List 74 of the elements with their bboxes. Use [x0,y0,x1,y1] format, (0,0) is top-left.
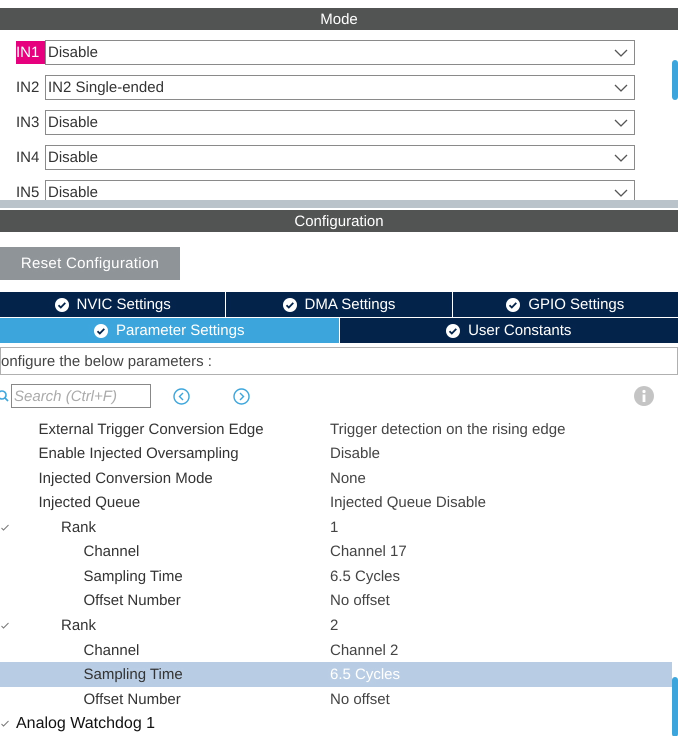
mode-dropdown[interactable]: IN2 Single-ended [45,75,635,100]
settings-tab[interactable]: GPIO Settings [452,292,678,317]
tree-row[interactable]: Offset Number No offset [0,686,672,712]
chevron-down-icon [614,188,628,196]
parameter-value: No offset [329,592,391,610]
input-label: IN1 [16,41,45,64]
settings-tab[interactable]: NVIC Settings [0,292,226,317]
tree-row[interactable]: Rank 2 [0,613,672,638]
parameter-value: Injected Queue Disable [329,494,487,512]
parameter-value: 6.5 Cycles [329,666,402,684]
parameter-name: Offset Number [82,690,182,708]
input-label: IN2 [16,78,40,98]
mode-header: Mode [0,8,678,30]
settings-tab[interactable]: DMA Settings [226,292,452,317]
parameter-name: Enable Injected Oversampling [38,445,240,462]
check-circle-icon [94,324,108,338]
check-circle-icon [282,298,297,312]
scrollbar-thumb[interactable] [672,60,678,100]
parameter-value: Trigger detection on the rising edge [329,420,566,438]
previous-icon[interactable] [173,388,190,404]
next-icon[interactable] [233,388,250,404]
expanded-check-icon[interactable] [1,524,9,531]
group-name[interactable]: Analog Watchdog 1 [10,714,156,733]
parameter-value: No offset [329,690,391,708]
chevron-down-icon [614,48,628,56]
tree-row[interactable]: Sampling Time 6.5 Cycles [0,564,672,589]
input-label: IN3 [16,113,40,133]
parameter-value: 2 [329,617,340,634]
parameter-name: Sampling Time [82,568,184,585]
parameter-value: Channel 2 [329,642,400,659]
mode-dropdown[interactable]: Disable [45,40,635,65]
mode-dropdown[interactable]: Disable [45,110,635,135]
search-field[interactable]: Search (Ctrl+F) [11,384,151,408]
mode-dropdown[interactable]: Disable [45,180,635,200]
parameter-name: External Trigger Conversion Edge [38,420,265,438]
parameter-name: Channel [82,543,140,560]
check-circle-icon [446,324,460,338]
mode-dropdown[interactable]: Disable [45,145,635,170]
parameter-name: Channel [82,642,140,659]
tree-row[interactable]: External Trigger Conversion Edge Trigger detection on the rising edge [0,417,672,442]
chevron-down-icon [614,154,628,162]
tree-row[interactable]: Channel Channel 2 [0,638,672,662]
tree-row[interactable]: Injected Conversion Mode None [0,466,672,491]
parameter-value: 6.5 Cycles [329,568,402,585]
expanded-check-icon[interactable] [1,720,9,728]
parameter-name: Injected Queue [38,494,142,512]
input-label: IN4 [16,148,40,168]
parameter-value: Disable [329,445,382,462]
settings-tab[interactable]: User Constants [340,318,678,343]
info-icon[interactable] [634,386,654,406]
instruction-text: onfigure the below parameters : [0,347,678,375]
input-label: IN5 [16,183,40,200]
check-circle-icon [54,298,69,312]
tree-row[interactable]: Offset Number No offset [0,588,672,614]
chevron-down-icon [614,118,628,126]
configuration-header: Configuration [0,210,678,232]
parameter-value: None [329,470,367,487]
parameter-name: Sampling Time [82,666,184,684]
parameter-name: Rank [60,617,98,634]
parameter-value: 1 [329,518,340,536]
expanded-check-icon[interactable] [1,622,9,630]
parameter-value: Channel 17 [329,543,408,560]
parameter-name: Rank [60,518,98,536]
check-circle-icon [506,298,520,312]
search-icon [0,390,9,402]
chevron-down-icon [614,84,628,92]
tree-row[interactable]: Channel Channel 17 [0,540,672,564]
tree-row[interactable]: Rank 1 [0,515,672,540]
selected-tree-row[interactable]: Sampling Time 6.5 Cycles [0,662,672,687]
scrollbar-thumb[interactable] [672,677,678,736]
parameter-name: Offset Number [82,592,182,610]
tree-row[interactable]: Injected Queue Injected Queue Disable [0,490,672,516]
tree-row[interactable]: Enable Injected Oversampling Disable [0,442,672,466]
parameter-name: Injected Conversion Mode [38,470,214,487]
